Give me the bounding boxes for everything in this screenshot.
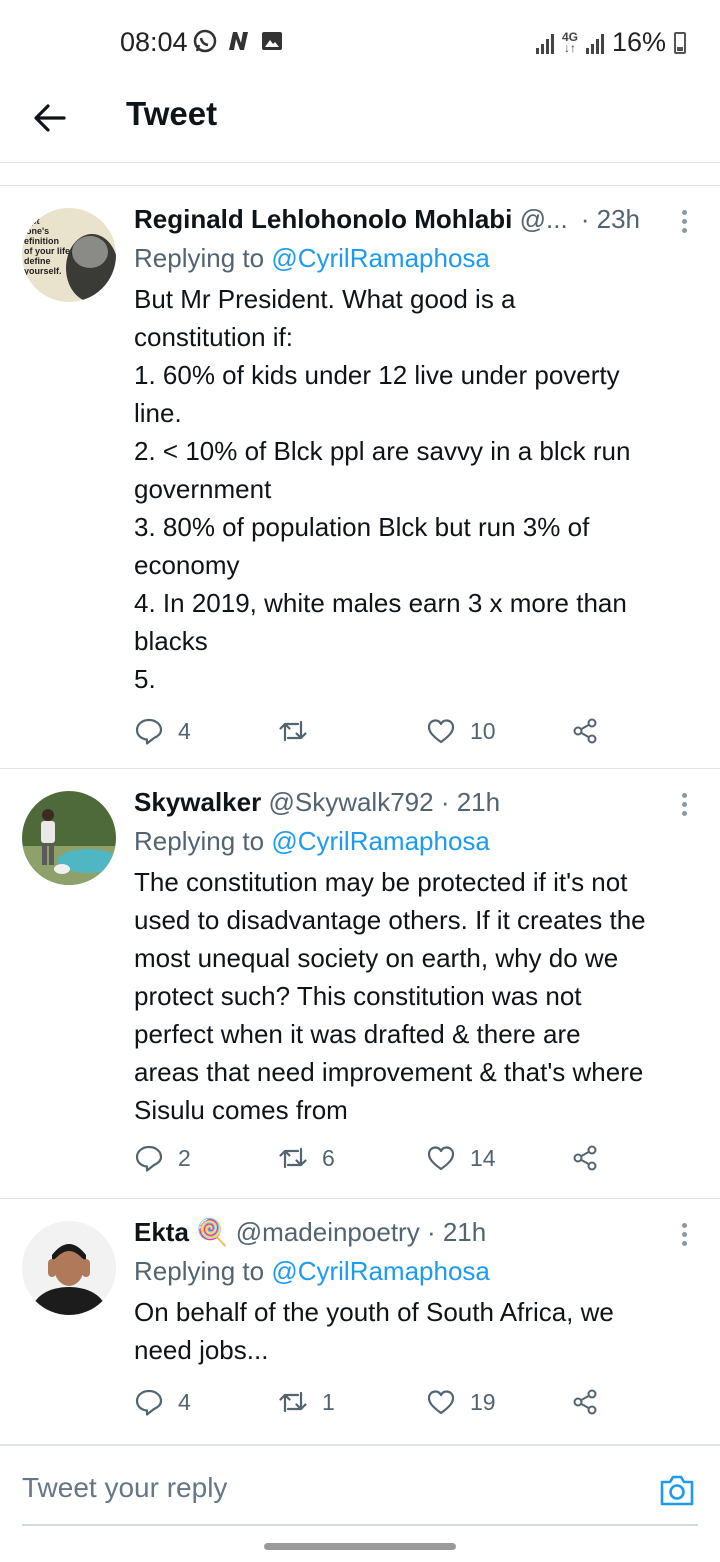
reply-icon [135,718,163,745]
retweet-count: 1 [322,1388,335,1415]
reply-count: 2 [178,1144,191,1171]
status-time: 08:04 [120,27,188,57]
retweet-icon [279,1147,307,1169]
share-button[interactable] [570,1143,600,1173]
svg-text:efinition: efinition [24,236,59,246]
reply-count: 4 [178,717,191,744]
tweet-1[interactable]: ept one's efinition of your life; define… [0,186,720,769]
share-icon [573,1145,597,1171]
share-icon [573,718,597,744]
like-count: 10 [470,717,496,744]
like-icon [427,1146,455,1171]
reply-button[interactable]: 4 [134,716,191,746]
reply-icon [135,1145,163,1172]
avatar[interactable] [22,1221,116,1315]
tweet-actions: 2 6 14 [134,1143,604,1183]
avatar-image [22,1221,116,1315]
replying-to-handle[interactable]: @CyrilRamaphosa [271,826,490,856]
like-button[interactable]: 19 [426,1387,496,1417]
retweet-icon [279,1391,307,1413]
tweet-time: · 21h [440,787,501,817]
tweet-author-name[interactable]: Skywalker [134,787,261,817]
tweet-author-name[interactable]: Reginald Lehlohonolo Mohlabi [134,204,512,234]
retweet-button[interactable] [278,716,322,746]
back-arrow-icon[interactable] [30,98,70,138]
reply-button[interactable]: 4 [134,1387,191,1417]
share-button[interactable] [570,716,600,746]
battery-level: 16% [611,27,666,57]
like-button[interactable]: 14 [426,1143,496,1173]
retweet-button[interactable]: 1 [278,1387,335,1417]
tweet-body: On behalf of the youth of South Africa, … [134,1297,614,1365]
tweet-time: · 23h [574,202,640,236]
tweet-body: The constitution may be protected if it'… [134,867,646,1125]
network-type: 4G ↓↑ [561,29,578,55]
header: Tweet [0,84,720,163]
reply-count: 4 [178,1388,191,1415]
tweet-author-handle[interactable]: @madeinpoetry [236,1217,420,1247]
svg-text:of your life;: of your life; [24,246,73,256]
reply-input[interactable] [22,1472,582,1504]
retweet-count: 6 [322,1144,335,1171]
svg-text:define: define [24,256,51,266]
retweet-icon [279,720,307,742]
like-count: 19 [470,1388,496,1415]
replying-to: Replying to @CyrilRamaphosa [134,826,490,856]
battery-icon [674,31,686,54]
input-underline [22,1524,698,1526]
replying-to-handle[interactable]: @CyrilRamaphosa [271,1256,490,1286]
avatar-image: ept one's efinition of your life; define… [22,208,116,302]
tweet-actions: 4 1 19 [134,1387,604,1427]
lollipop-emoji-icon: 🍭 [196,1217,229,1247]
share-button[interactable] [570,1387,600,1417]
tweet-time: · 21h [426,1217,487,1247]
tweet-author-handle[interactable]: @Skywalk792 [268,787,433,817]
svg-text:one's: one's [26,226,49,236]
like-button[interactable]: 10 [426,716,496,746]
share-icon [573,1389,597,1415]
status-bar: 08:04 4G ↓↑ 16% [0,0,720,84]
reply-button[interactable]: 2 [134,1143,191,1173]
signal-icon-2 [585,32,604,54]
whatsapp-icon [193,29,217,53]
tweet-2[interactable]: Skywalker @Skywalk792 · 21h Replying to … [0,769,720,1199]
tweet-3[interactable]: Ekta 🍭 @madeinpoetry · 21h Replying to @… [0,1199,720,1442]
svg-text:ept: ept [26,216,40,226]
more-options-icon[interactable] [682,210,690,237]
home-indicator[interactable] [264,1543,456,1550]
like-icon [427,719,455,744]
like-icon [427,1390,455,1415]
reply-icon [135,1389,163,1416]
tweet-author-handle[interactable]: @... [520,204,568,234]
svg-text:yourself.: yourself. [24,266,62,276]
page-title: Tweet [126,95,218,132]
like-count: 14 [470,1144,496,1171]
replying-to-handle[interactable]: @CyrilRamaphosa [271,243,490,273]
tweet-body: But Mr President. What good is a constit… [134,284,631,694]
tweet-author-name[interactable]: Ekta [134,1217,189,1247]
retweet-button[interactable]: 6 [278,1143,335,1173]
more-options-icon[interactable] [682,793,690,820]
replying-to: Replying to @CyrilRamaphosa [134,1256,490,1286]
image-icon [262,32,282,50]
avatar-image [22,791,116,885]
more-options-icon[interactable] [682,1223,690,1250]
signal-icon [535,32,554,54]
replying-to: Replying to @CyrilRamaphosa [134,243,490,273]
tweet-actions: 4 10 [134,716,604,756]
avatar[interactable] [22,791,116,885]
camera-icon[interactable] [658,1472,696,1508]
news-app-icon [229,32,248,50]
avatar[interactable]: ept one's efinition of your life; define… [22,208,116,302]
